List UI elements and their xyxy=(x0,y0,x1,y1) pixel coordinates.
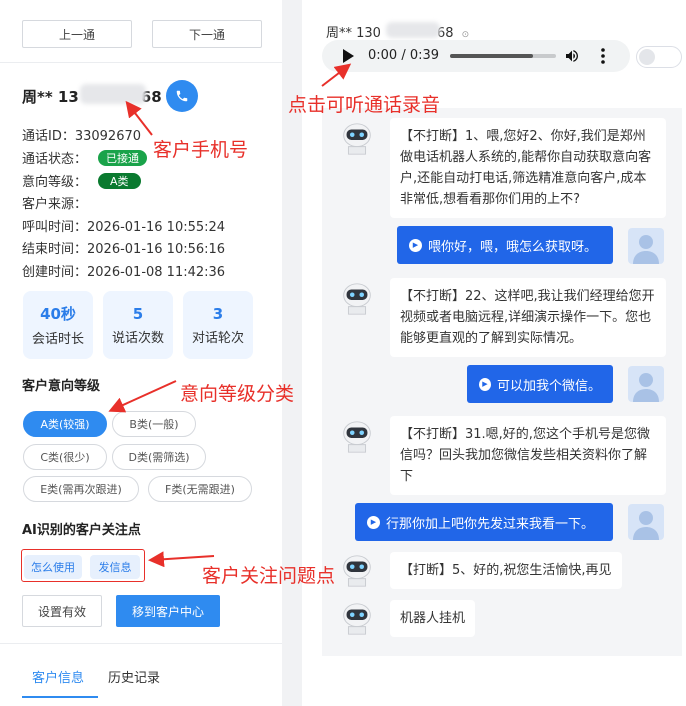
call-status-label: 通话状态： xyxy=(22,152,88,167)
robot-message: 机器人挂机 xyxy=(390,600,476,637)
highlight-box xyxy=(21,549,145,582)
tab-customer-info[interactable]: 客户信息 xyxy=(32,667,84,686)
next-call-button[interactable]: 下一通 xyxy=(152,20,262,48)
stat-rounds: 3 对话轮次 xyxy=(183,291,253,359)
annotation-customer-phone: 客户手机号 xyxy=(153,139,249,161)
call-id: 通话ID：33092670 xyxy=(22,129,142,144)
annotation-concern-points: 客户关注问题点 xyxy=(202,565,336,587)
call-detail-screen: 上一通 下一通 周** 13 68 通话ID：33092670 通话状态： 已接通… xyxy=(0,0,686,706)
intent-option-f[interactable]: F类(无需跟进) xyxy=(148,476,252,502)
stat-label: 会话时长 xyxy=(31,332,84,347)
robot-message: 【不打断】22、这样吧,我让我们经理给您开视频或者电脑远程,详细演示操作一下。您… xyxy=(390,278,666,357)
call-time: 呼叫时间：2026-01-16 10:55:24 xyxy=(22,220,226,235)
robot-message: 【不打断】1、喂,您好2、你好,我们是郑州做电话机器人系统的,能帮你自动获取意向… xyxy=(390,118,666,218)
user-message[interactable]: ▶ 喂你好，喂，哦怎么获取呀。 xyxy=(397,226,613,264)
prev-call-button[interactable]: 上一通 xyxy=(22,20,132,48)
intent-option-b[interactable]: B类(一般) xyxy=(112,411,196,437)
robot-avatar xyxy=(343,555,371,587)
phone-mask xyxy=(386,22,440,38)
user-avatar xyxy=(628,366,664,402)
active-tab-indicator xyxy=(22,696,98,698)
stat-speak-count: 5 说话次数 xyxy=(103,291,173,359)
robot-avatar xyxy=(343,603,371,635)
stat-value: 5 xyxy=(132,304,144,323)
intent-level-label: 意向等级： xyxy=(22,175,88,190)
play-icon[interactable]: ▶ xyxy=(479,377,491,391)
call-status-badge: 已接通 xyxy=(98,150,147,166)
phone-mask xyxy=(80,84,146,104)
toggle-switch[interactable] xyxy=(636,46,682,68)
customer-source: 客户来源： xyxy=(22,197,88,212)
stat-label: 说话次数 xyxy=(111,330,164,346)
play-icon[interactable]: ▶ xyxy=(409,238,422,252)
robot-avatar xyxy=(343,123,371,155)
tab-history[interactable]: 历史记录 xyxy=(108,667,160,686)
create-time: 创建时间：2026-01-08 11:42:36 xyxy=(22,265,226,280)
play-icon[interactable] xyxy=(342,49,354,63)
stat-duration: 40秒 会话时长 xyxy=(23,291,93,359)
divider xyxy=(0,62,282,63)
robot-avatar xyxy=(343,283,371,315)
robot-avatar xyxy=(343,421,371,453)
customer-info-panel: 上一通 下一通 周** 13 68 通话ID：33092670 通话状态： 已接通… xyxy=(0,0,282,706)
annotation-intent-classification: 意向等级分类 xyxy=(180,383,295,405)
robot-message: 【不打断】31.嗯,好的,您这个手机号是您微信吗？回头我加您微信发些相关资料你了… xyxy=(390,416,666,495)
audio-progress-track[interactable] xyxy=(450,54,556,58)
play-icon[interactable]: ▶ xyxy=(367,515,380,529)
divider xyxy=(0,643,282,644)
stat-value: 40秒 xyxy=(40,305,76,323)
focus-section-title: AI识别的客户关注点 xyxy=(22,523,141,538)
stat-label: 对话轮次 xyxy=(191,330,244,346)
intent-section-title: 客户意向等级 xyxy=(22,379,101,394)
user-message[interactable]: ▶ 可以加我个微信。 xyxy=(467,365,613,403)
location-icon: ⊙ xyxy=(461,30,470,40)
set-valid-button[interactable]: 设置有效 xyxy=(22,595,102,627)
intent-level-badge: A类 xyxy=(98,173,141,189)
robot-message: 【打断】5、好的,祝您生活愉快,再见 xyxy=(390,552,622,589)
user-avatar xyxy=(628,504,664,540)
intent-option-d[interactable]: D类(需筛选) xyxy=(112,444,206,470)
end-time: 结束时间：2026-01-16 10:56:16 xyxy=(22,242,226,257)
annotation-click-recording: 点击可听通话录音 xyxy=(288,94,441,116)
intent-option-c[interactable]: C类(很少) xyxy=(23,444,107,470)
move-to-center-button[interactable]: 移到客户中心 xyxy=(116,595,220,627)
intent-option-e[interactable]: E类(需再次跟进) xyxy=(23,476,139,502)
user-avatar xyxy=(628,228,664,264)
audio-player[interactable]: 0:00 / 0:39 xyxy=(322,40,630,72)
stat-value: 3 xyxy=(212,304,224,323)
volume-icon[interactable] xyxy=(564,48,580,64)
phone-icon[interactable] xyxy=(166,80,198,112)
more-icon[interactable] xyxy=(600,48,606,64)
audio-progress-fill xyxy=(450,54,533,58)
user-message[interactable]: ▶ 行那你加上吧你先发过来我看一下。 xyxy=(355,503,613,541)
audio-time: 0:00 / 0:39 xyxy=(368,48,440,63)
intent-option-a[interactable]: A类(较强) xyxy=(23,411,107,437)
